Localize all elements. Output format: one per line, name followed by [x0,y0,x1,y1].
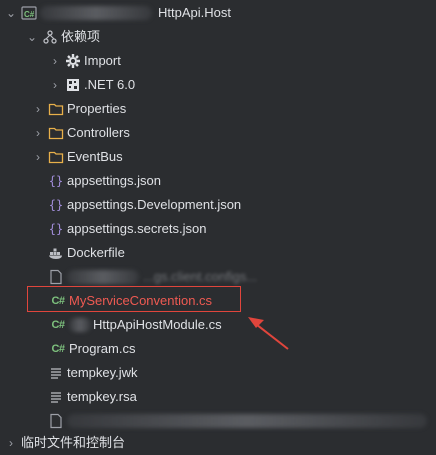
chevron-down-icon[interactable]: ⌄ [25,25,39,49]
file-label: tempkey.jwk [67,365,138,380]
file-label: HttpApiHostModule.cs [93,317,222,332]
project-node[interactable]: ⌄ C# HttpApi.Host [0,1,436,25]
file-dockerfile[interactable]: Dockerfile [0,241,436,265]
redacted-filename-part [67,270,139,284]
tree-item-dotnet[interactable]: › .NET 6.0 [0,73,436,97]
text-file-icon [48,365,64,381]
solution-explorer-tree: ⌄ C# HttpApi.Host ⌄ 依赖项 › Import › .NET … [0,0,436,450]
file-icon [48,413,64,429]
chevron-right-icon[interactable]: › [31,121,45,145]
json-icon: {} [48,222,64,236]
file-label: Dockerfile [67,245,125,260]
file-label: appsettings.Development.json [67,197,242,212]
dotnet-label: .NET 6.0 [84,77,136,92]
chevron-right-icon[interactable]: › [48,73,62,97]
project-name: HttpApi.Host [158,5,231,20]
annotation-arrow-icon [248,317,289,350]
chevron-right-icon[interactable]: › [48,49,62,73]
folder-label: Properties [67,101,127,116]
csharp-project-icon: C# [21,5,37,21]
file-appsettings-secrets-json[interactable]: {} appsettings.secrets.json [0,217,436,241]
file-redacted-bottom[interactable] [0,409,436,433]
json-icon: {} [48,198,64,212]
folder-controllers[interactable]: › Controllers [0,121,436,145]
csharp-icon: C# [51,319,65,331]
file-label: appsettings.secrets.json [67,221,207,236]
folder-eventbus[interactable]: › EventBus [0,145,436,169]
text-file-icon [48,389,64,405]
dotnet-icon [65,77,81,93]
folder-icon [48,149,64,165]
chevron-right-icon[interactable]: › [4,431,18,455]
folder-icon [48,125,64,141]
gear-icon [65,53,81,69]
import-label: Import [84,53,121,68]
file-icon [48,269,64,285]
file-label: Program.cs [69,341,136,356]
file-appsettings-json[interactable]: {} appsettings.json [0,169,436,193]
folder-icon [48,101,64,117]
chevron-right-icon[interactable]: › [31,97,45,121]
chevron-right-icon[interactable]: › [31,145,45,169]
folder-label: Controllers [67,125,130,140]
scratches-and-consoles-node[interactable]: › 临时文件和控制台 [0,431,436,455]
file-label: appsettings.json [67,173,161,188]
redacted-filename [67,414,427,428]
file-label: tempkey.rsa [67,389,137,404]
redacted-project-name [40,6,152,20]
file-tempkey-rsa[interactable]: tempkey.rsa [0,385,436,409]
docker-icon [48,245,64,261]
tree-item-import[interactable]: › Import [0,49,436,73]
svg-text:C#: C# [24,10,35,19]
file-appsettings-development-json[interactable]: {} appsettings.Development.json [0,193,436,217]
highlight-box [27,286,241,312]
file-program-cs[interactable]: C# Program.cs [0,337,436,361]
scratches-label: 临时文件和控制台 [21,435,126,450]
file-httpapihostmodule-cs[interactable]: C# HttpApiHostModule.cs [0,313,436,337]
csharp-icon: C# [51,343,65,355]
file-tempkey-jwk[interactable]: tempkey.jwk [0,361,436,385]
json-icon: {} [48,174,64,188]
dependencies-node[interactable]: ⌄ 依赖项 [0,25,436,49]
folder-label: EventBus [67,149,123,164]
redacted-filename-part [69,318,91,332]
dependencies-label: 依赖项 [61,29,101,44]
chevron-down-icon[interactable]: ⌄ [4,1,18,25]
dependencies-icon [42,29,58,45]
folder-properties[interactable]: › Properties [0,97,436,121]
